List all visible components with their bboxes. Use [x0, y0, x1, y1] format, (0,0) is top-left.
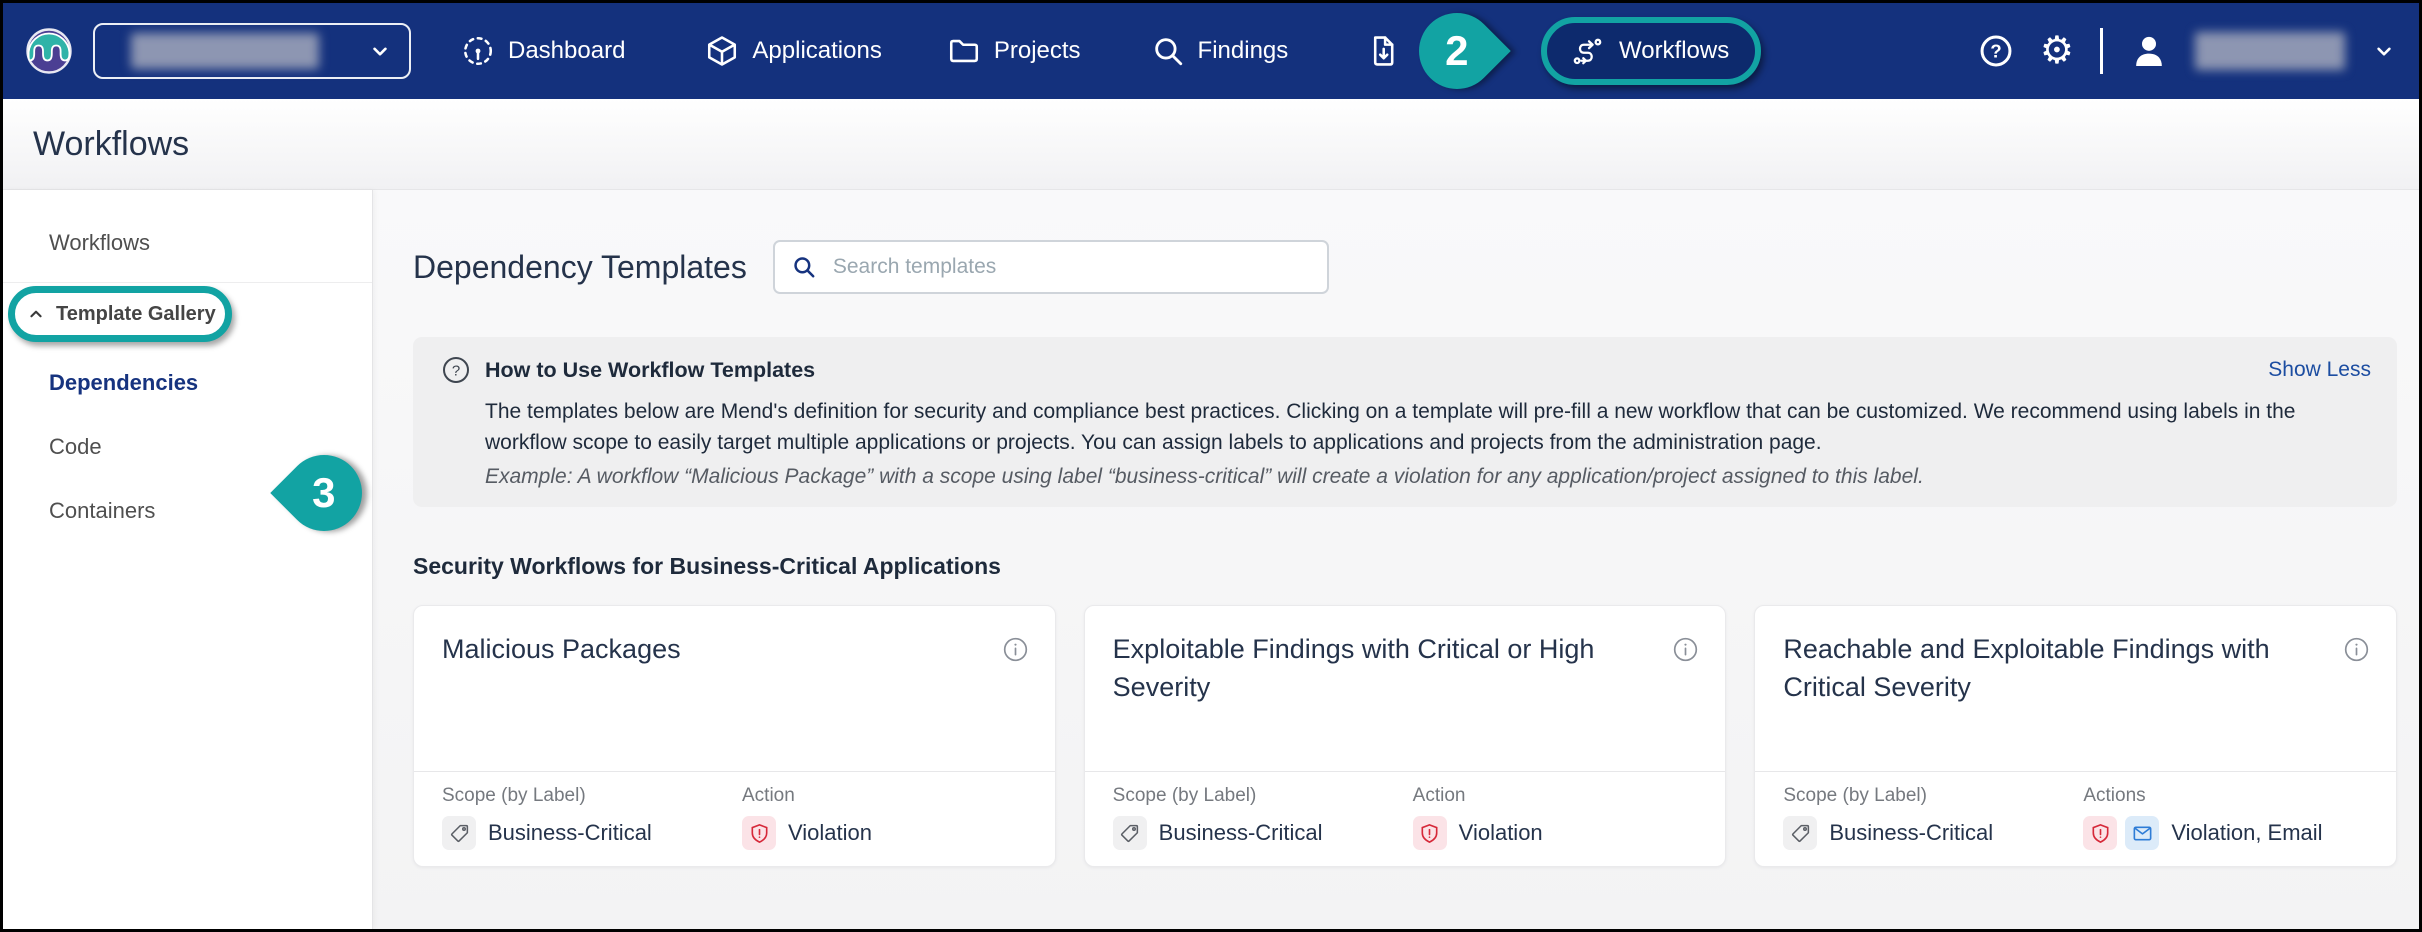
nav-item-label: Applications: [752, 37, 881, 65]
action-label: Action: [742, 785, 872, 807]
workflows-icon: [1573, 35, 1605, 67]
nav-item-applications[interactable]: Applications: [705, 34, 881, 68]
scope-value: Business-Critical: [488, 820, 652, 846]
annotation-step-2: 2: [1403, 0, 1510, 105]
nav-item-label: Findings: [1198, 37, 1289, 65]
template-card-reachable-exploitable[interactable]: Reachable and Exploitable Findings with …: [1754, 605, 2397, 867]
template-card-exploitable-findings[interactable]: Exploitable Findings with Critical or Hi…: [1084, 605, 1727, 867]
sidebar-divider: [3, 282, 372, 283]
template-card-malicious-packages[interactable]: Malicious Packages Scope (by Label): [413, 605, 1056, 867]
sidebar: Workflows Template Gallery Dependencies …: [3, 190, 373, 929]
page-title: Workflows: [33, 125, 189, 164]
search-icon: [791, 254, 817, 280]
import-report-icon[interactable]: [1366, 34, 1400, 68]
main-panel: Dependency Templates ? How to Use Workfl…: [373, 190, 2419, 929]
chevron-down-icon: [367, 38, 393, 64]
search-templates-box: [773, 240, 1329, 294]
nav-item-dashboard[interactable]: Dashboard: [461, 34, 625, 68]
card-header: Reachable and Exploitable Findings with …: [1755, 606, 2396, 771]
section-title: Security Workflows for Business-Critical…: [413, 553, 2397, 580]
content-area: Workflows Template Gallery Dependencies …: [3, 189, 2419, 929]
email-icon: [2125, 816, 2159, 850]
main-title: Dependency Templates: [413, 249, 747, 286]
applications-icon: [705, 34, 739, 68]
action-value: Violation: [1459, 820, 1543, 846]
sidebar-item-dependencies[interactable]: Dependencies: [49, 370, 372, 396]
template-cards-row: Malicious Packages Scope (by Label): [413, 605, 2397, 867]
annotation-step-3-number: 3: [312, 469, 335, 517]
how-to-info-box: ? How to Use Workflow Templates Show Les…: [413, 337, 2397, 507]
card-title: Exploitable Findings with Critical or Hi…: [1113, 630, 1643, 771]
action-value: Violation: [788, 820, 872, 846]
scope-value: Business-Critical: [1159, 820, 1323, 846]
info-box-header: ? How to Use Workflow Templates Show Les…: [441, 355, 2371, 385]
actions-value: Violation, Email: [2171, 820, 2322, 846]
help-circle-icon: ?: [441, 355, 471, 385]
main-title-row: Dependency Templates: [413, 240, 2397, 294]
violation-shield-icon: [2083, 816, 2117, 850]
top-navigation: Dashboard Applications Projects Findings: [3, 3, 2419, 99]
nav-item-label: Workflows: [1619, 37, 1729, 65]
help-icon[interactable]: ?: [1978, 33, 2014, 69]
sidebar-item-workflows[interactable]: Workflows: [49, 230, 372, 256]
chevron-up-icon: [25, 303, 47, 325]
sidebar-item-template-gallery[interactable]: Template Gallery: [8, 286, 232, 342]
annotation-step-2-number: 2: [1445, 27, 1468, 75]
action-label: Action: [1413, 785, 1543, 807]
violation-shield-icon: [742, 816, 776, 850]
nav-right-cluster: ? ⚙: [1978, 3, 2397, 99]
info-box-body: The templates below are Mend's definitio…: [485, 396, 2365, 458]
show-less-link[interactable]: Show Less: [2268, 358, 2371, 382]
nav-item-label: Projects: [994, 37, 1081, 65]
nav-item-findings[interactable]: Findings: [1151, 34, 1289, 68]
info-icon[interactable]: [1672, 636, 1699, 663]
mend-logo[interactable]: [25, 27, 73, 75]
card-footer: Scope (by Label) Business-Critical: [414, 771, 1055, 866]
info-box-example: Example: A workflow “Malicious Package” …: [485, 465, 2371, 489]
scope-label: Scope (by Label): [1783, 785, 2083, 807]
projects-folder-icon: [947, 34, 981, 68]
user-avatar-icon[interactable]: [2129, 31, 2169, 71]
info-box-title: How to Use Workflow Templates: [485, 358, 815, 383]
card-header: Exploitable Findings with Critical or Hi…: [1085, 606, 1726, 771]
card-footer: Scope (by Label) Business-Critical: [1755, 771, 2396, 866]
mend-logo-icon: [25, 27, 73, 75]
scope-label: Scope (by Label): [1113, 785, 1413, 807]
org-name-redacted: [131, 33, 319, 69]
tag-icon: [1113, 816, 1147, 850]
findings-search-icon: [1151, 34, 1185, 68]
card-title: Reachable and Exploitable Findings with …: [1783, 630, 2313, 771]
org-selector-dropdown[interactable]: [93, 23, 411, 79]
card-header: Malicious Packages: [414, 606, 1055, 771]
info-icon[interactable]: [1002, 636, 1029, 663]
nav-item-workflows[interactable]: Workflows: [1541, 17, 1761, 85]
svg-text:?: ?: [452, 362, 460, 379]
dashboard-icon: [461, 34, 495, 68]
card-title: Malicious Packages: [442, 630, 681, 771]
actions-label: Actions: [2083, 785, 2322, 807]
username-redacted: [2195, 32, 2345, 70]
violation-shield-icon: [1413, 816, 1447, 850]
info-icon[interactable]: [2343, 636, 2370, 663]
settings-gear-icon[interactable]: ⚙: [2040, 32, 2074, 70]
search-input[interactable]: [831, 254, 1311, 280]
tag-icon: [1783, 816, 1817, 850]
nav-item-projects[interactable]: Projects: [947, 34, 1081, 68]
chevron-down-icon[interactable]: [2371, 38, 2397, 64]
scope-value: Business-Critical: [1829, 820, 1993, 846]
nav-item-label: Dashboard: [508, 37, 625, 65]
nav-divider: [2100, 28, 2103, 74]
app-window: Dashboard Applications Projects Findings: [0, 0, 2422, 932]
card-footer: Scope (by Label) Business-Critical: [1085, 771, 1726, 866]
sidebar-item-label: Template Gallery: [56, 303, 216, 326]
page-header: Workflows: [3, 99, 2419, 189]
svg-text:?: ?: [1990, 41, 2001, 62]
tag-icon: [442, 816, 476, 850]
scope-label: Scope (by Label): [442, 785, 742, 807]
